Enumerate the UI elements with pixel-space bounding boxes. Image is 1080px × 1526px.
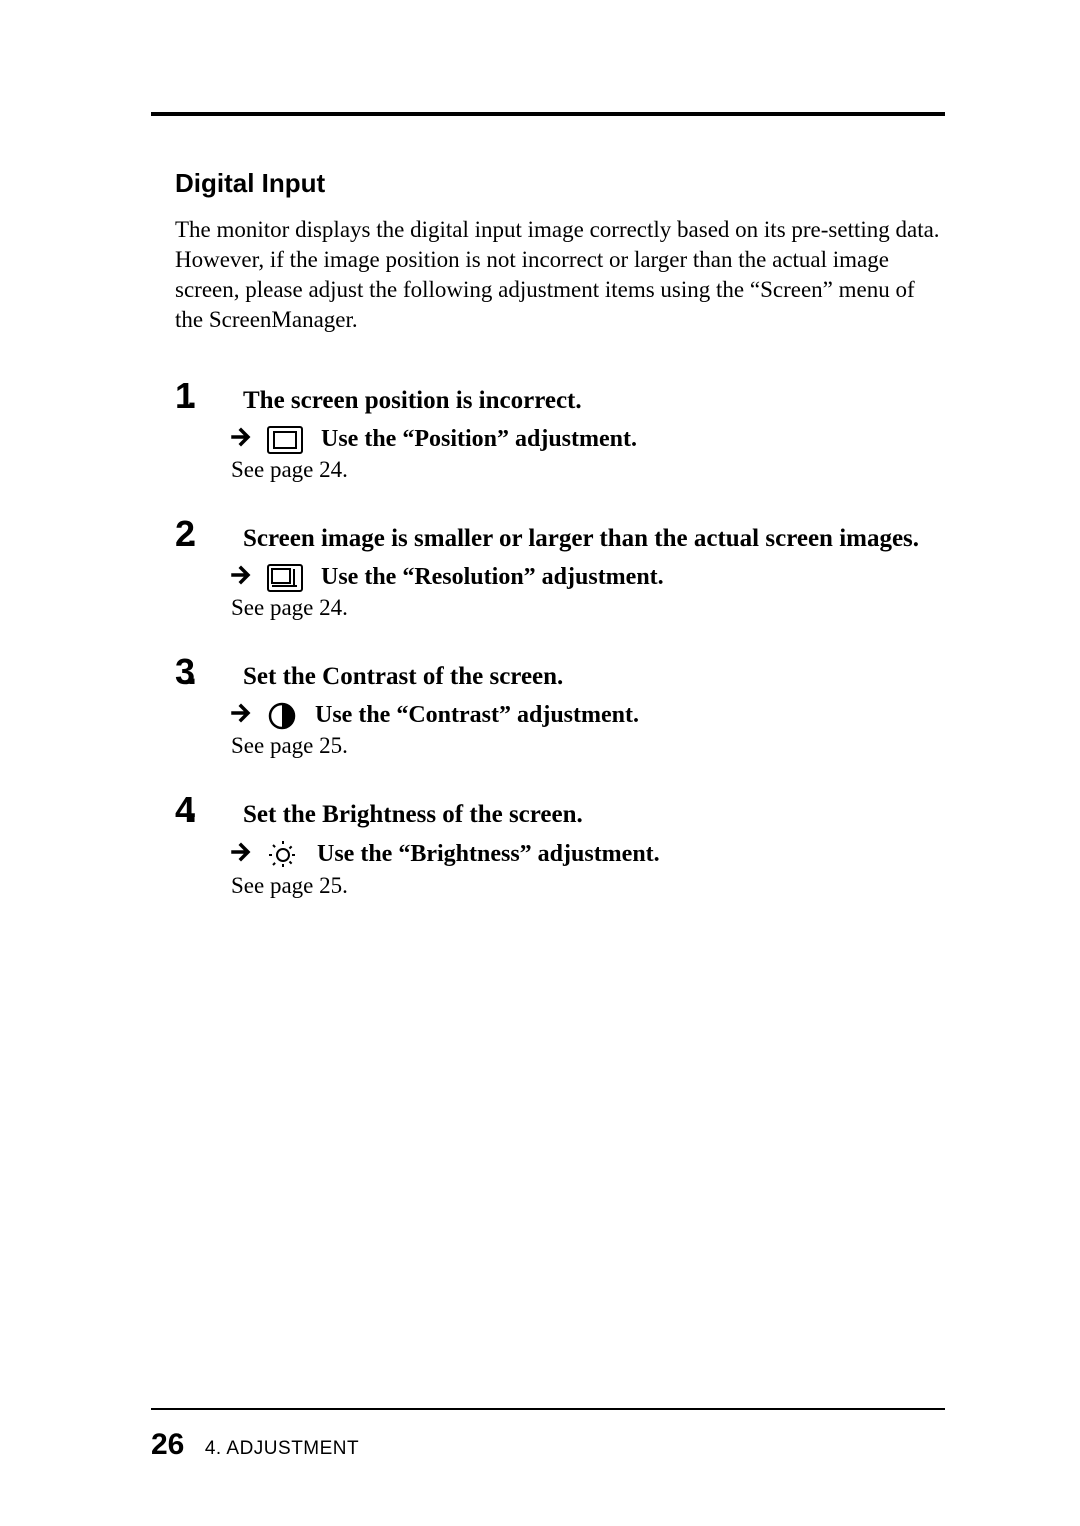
action-text: Use the “Position” adjustment. xyxy=(321,426,637,453)
step-number: 1. xyxy=(175,375,233,417)
step-title: Set the Contrast of the screen. xyxy=(233,663,563,691)
contrast-icon xyxy=(267,701,297,731)
bottom-divider xyxy=(151,1408,945,1410)
step-number: 2. xyxy=(175,513,233,555)
arrow-icon xyxy=(231,425,253,455)
step-number: 3. xyxy=(175,651,233,693)
see-page: See page 24. xyxy=(231,457,940,483)
top-divider xyxy=(151,112,945,116)
arrow-icon xyxy=(231,840,253,870)
page-number: 26 xyxy=(151,1428,184,1461)
section-title: Digital Input xyxy=(175,168,940,199)
action-text: Use the “Brightness” adjustment. xyxy=(317,841,660,868)
arrow-icon xyxy=(231,563,253,593)
brightness-icon xyxy=(267,839,299,871)
action-text: Use the “Resolution” adjustment. xyxy=(321,564,664,591)
step-number: 4. xyxy=(175,789,233,831)
position-icon xyxy=(267,426,303,454)
intro-paragraph: The monitor displays the digital input i… xyxy=(175,215,940,335)
see-page: See page 25. xyxy=(231,873,940,899)
step-title: Screen image is smaller or larger than t… xyxy=(233,525,919,553)
see-page: See page 24. xyxy=(231,595,940,621)
step-title: The screen position is incorrect. xyxy=(233,387,582,415)
step-2: 2. Screen image is smaller or larger tha… xyxy=(175,513,940,621)
resolution-icon xyxy=(267,564,303,592)
arrow-icon xyxy=(231,701,253,731)
step-1: 1. The screen position is incorrect. Use… xyxy=(175,375,940,483)
page-footer: 26 4. ADJUSTMENT xyxy=(151,1408,940,1462)
see-page: See page 25. xyxy=(231,733,940,759)
action-text: Use the “Contrast” adjustment. xyxy=(315,702,639,729)
step-4: 4. Set the Brightness of the screen. xyxy=(175,789,940,899)
step-title: Set the Brightness of the screen. xyxy=(233,801,583,829)
footer-section: 4. ADJUSTMENT xyxy=(205,1438,359,1459)
step-3: 3. Set the Contrast of the screen. Use t… xyxy=(175,651,940,759)
